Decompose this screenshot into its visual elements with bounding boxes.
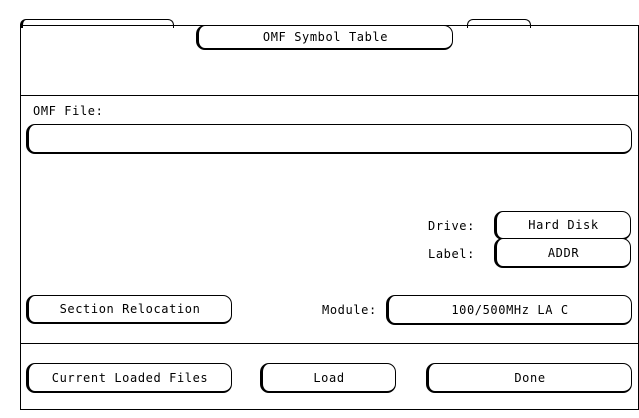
drive-button[interactable]: Hard Disk bbox=[494, 211, 631, 240]
omf-file-label: OMF File: bbox=[33, 104, 104, 118]
label-field-label: Label: bbox=[428, 247, 475, 261]
footer-divider bbox=[20, 343, 639, 344]
header-divider bbox=[20, 95, 639, 96]
module-button[interactable]: 100/500MHz LA C bbox=[386, 295, 632, 325]
title-button[interactable]: OMF Symbol Table bbox=[196, 25, 453, 50]
label-button[interactable]: ADDR bbox=[494, 238, 631, 268]
omf-file-field[interactable] bbox=[26, 124, 632, 154]
module-label: Module: bbox=[322, 303, 377, 317]
done-button[interactable]: Done bbox=[426, 363, 632, 393]
section-relocation-button[interactable]: Section Relocation bbox=[26, 295, 232, 324]
current-loaded-files-button[interactable]: Current Loaded Files bbox=[26, 363, 232, 393]
drive-label: Drive: bbox=[428, 219, 475, 233]
load-button[interactable]: Load bbox=[260, 363, 396, 393]
